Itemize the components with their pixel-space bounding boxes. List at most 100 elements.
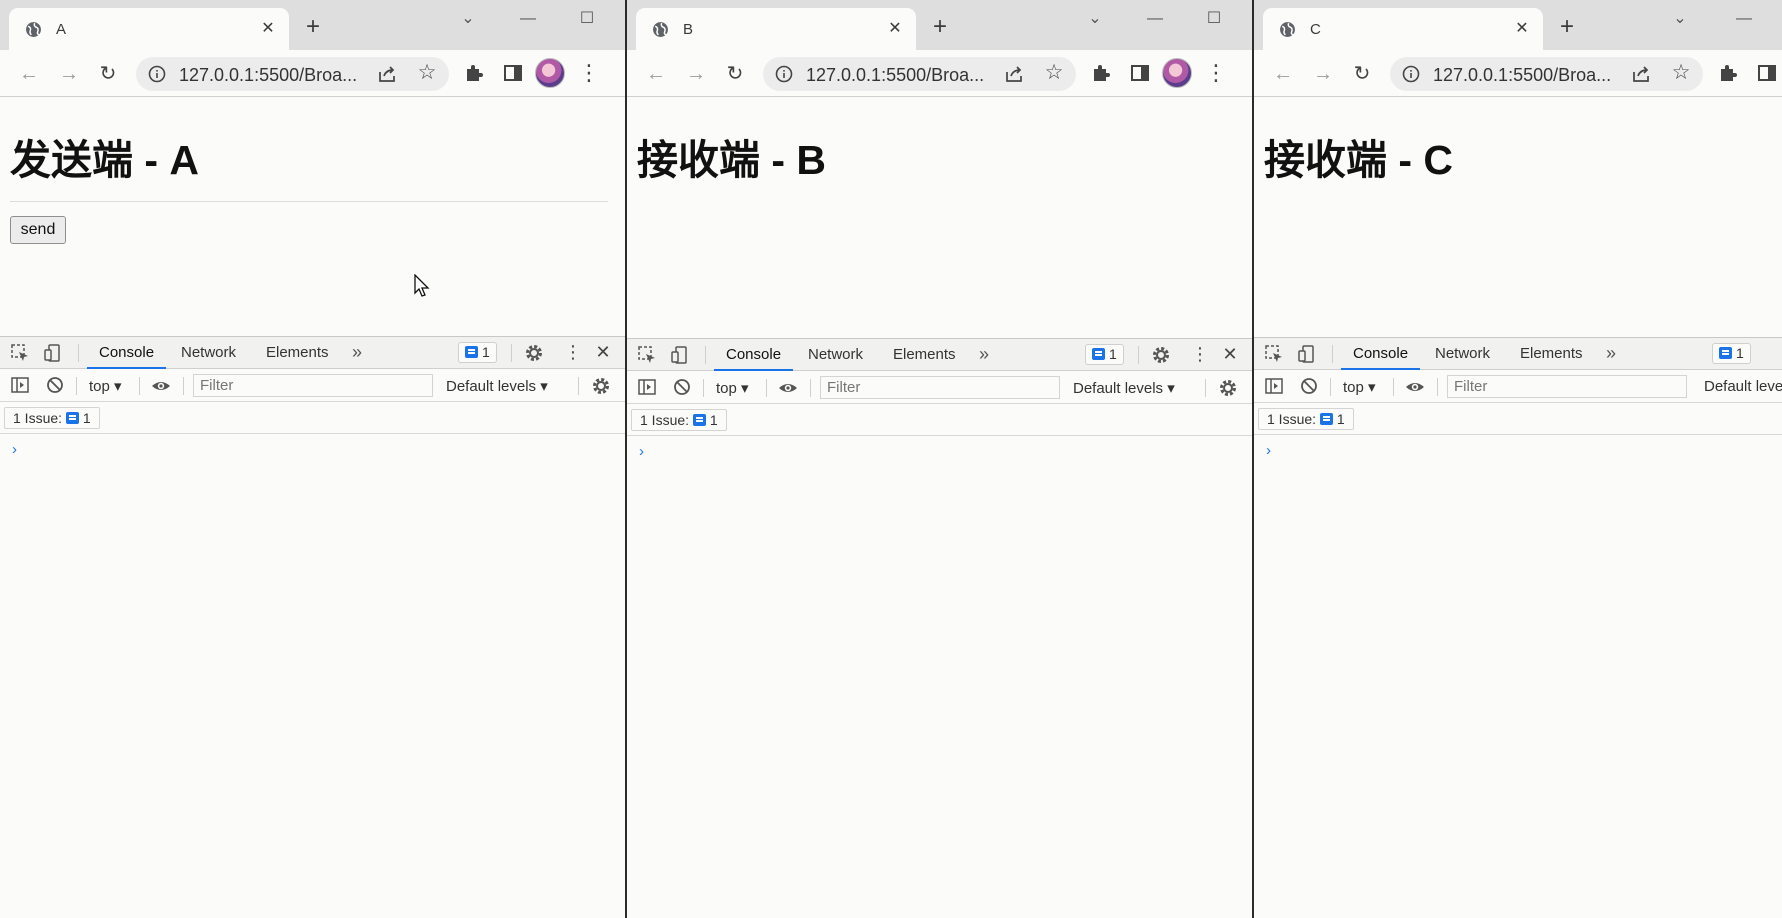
settings-gear-icon[interactable] (524, 343, 544, 363)
console-prompt[interactable]: › (1266, 442, 1271, 459)
browser-menu-icon[interactable]: ⋮ (578, 61, 600, 85)
device-toolbar-icon[interactable] (670, 345, 690, 365)
tab-console[interactable]: Console (87, 337, 167, 369)
device-toolbar-icon[interactable] (43, 343, 63, 363)
console-filter-input[interactable]: Filter (820, 376, 1060, 399)
new-tab-icon[interactable]: + (929, 15, 951, 39)
chevron-down-icon[interactable]: ⌄ (1083, 8, 1107, 30)
share-icon[interactable] (1630, 63, 1652, 85)
log-levels-dropdown[interactable]: Default levels ▾ (446, 377, 548, 395)
tab-elements[interactable]: Elements (254, 337, 341, 369)
browser-menu-icon[interactable]: ⋮ (1205, 61, 1227, 85)
console-prompt[interactable]: › (12, 441, 17, 458)
reload-icon[interactable]: ↻ (1350, 62, 1374, 86)
share-icon[interactable] (376, 63, 398, 85)
new-tab-icon[interactable]: + (302, 15, 324, 39)
inspect-element-icon[interactable] (10, 343, 30, 363)
tab-close-icon[interactable]: ✕ (886, 20, 904, 38)
issues-badge[interactable]: 1 (1712, 343, 1751, 364)
forward-arrow-icon[interactable]: → (57, 62, 81, 86)
message-icon (465, 346, 478, 358)
issues-chip[interactable]: 1 Issue: 1 (4, 407, 100, 429)
back-arrow-icon[interactable]: ← (17, 62, 41, 86)
issues-chip[interactable]: 1 Issue: 1 (631, 409, 727, 431)
log-levels-dropdown[interactable]: Default levels ▾ (1073, 379, 1175, 397)
browser-tab-c[interactable]: C ✕ (1263, 8, 1543, 50)
more-tabs-chevron-icon[interactable]: » (1606, 338, 1616, 370)
forward-arrow-icon[interactable]: → (1311, 62, 1335, 86)
tab-elements[interactable]: Elements (881, 339, 968, 371)
context-selector[interactable]: top ▾ (1343, 378, 1376, 396)
console-prompt[interactable]: › (639, 443, 644, 460)
side-panel-icon[interactable] (501, 61, 525, 85)
eye-icon[interactable] (151, 376, 171, 396)
address-bar[interactable]: 127.0.0.1:5500/Broa... ☆ (1390, 57, 1703, 91)
restore-icon[interactable]: ☐ (575, 8, 599, 30)
sidebar-toggle-icon[interactable] (1264, 376, 1284, 396)
back-arrow-icon[interactable]: ← (1271, 62, 1295, 86)
browser-tab-a[interactable]: A ✕ (9, 8, 289, 50)
console-settings-gear-icon[interactable] (1218, 378, 1238, 398)
tab-close-icon[interactable]: ✕ (1513, 20, 1531, 38)
settings-gear-icon[interactable] (1151, 345, 1171, 365)
back-arrow-icon[interactable]: ← (644, 62, 668, 86)
send-button[interactable]: send (10, 216, 66, 244)
address-bar[interactable]: 127.0.0.1:5500/Broa... ☆ (763, 57, 1076, 91)
reload-icon[interactable]: ↻ (723, 62, 747, 86)
minimize-icon[interactable]: — (1143, 8, 1167, 30)
tab-network[interactable]: Network (169, 337, 248, 369)
bookmark-star-icon[interactable]: ☆ (1043, 62, 1065, 84)
issues-badge[interactable]: 1 (1085, 344, 1124, 365)
new-tab-icon[interactable]: + (1556, 15, 1578, 39)
devtools-menu-icon[interactable]: ⋮ (564, 341, 582, 363)
side-panel-icon[interactable] (1128, 61, 1152, 85)
minimize-icon[interactable]: — (1732, 8, 1756, 30)
tab-close-icon[interactable]: ✕ (259, 20, 277, 38)
tab-network[interactable]: Network (1423, 338, 1502, 370)
chevron-down-icon[interactable]: ⌄ (1668, 8, 1692, 30)
bookmark-star-icon[interactable]: ☆ (1670, 62, 1692, 84)
extensions-puzzle-icon[interactable] (1716, 61, 1740, 85)
tab-console[interactable]: Console (714, 339, 794, 371)
inspect-element-icon[interactable] (637, 345, 657, 365)
sidebar-toggle-icon[interactable] (10, 375, 30, 395)
eye-icon[interactable] (1405, 377, 1425, 397)
sidebar-toggle-icon[interactable] (637, 377, 657, 397)
extensions-puzzle-icon[interactable] (1089, 61, 1113, 85)
profile-avatar[interactable] (1162, 58, 1192, 88)
console-filter-input[interactable]: Filter (193, 374, 433, 397)
tab-elements[interactable]: Elements (1508, 338, 1595, 370)
context-selector[interactable]: top ▾ (716, 379, 749, 397)
side-panel-icon[interactable] (1755, 61, 1779, 85)
console-filter-input[interactable]: Filter (1447, 375, 1687, 398)
log-levels-dropdown[interactable]: Default levels (1704, 378, 1782, 395)
extensions-puzzle-icon[interactable] (462, 61, 486, 85)
devtools-close-icon[interactable]: ✕ (1220, 343, 1240, 365)
inspect-element-icon[interactable] (1264, 344, 1284, 364)
clear-console-icon[interactable] (45, 375, 65, 395)
tab-network[interactable]: Network (796, 339, 875, 371)
devtools-menu-icon[interactable]: ⋮ (1191, 343, 1209, 365)
context-selector[interactable]: top ▾ (89, 377, 122, 395)
reload-icon[interactable]: ↻ (96, 62, 120, 86)
more-tabs-chevron-icon[interactable]: » (352, 337, 362, 369)
clear-console-icon[interactable] (1299, 376, 1319, 396)
more-tabs-chevron-icon[interactable]: » (979, 339, 989, 371)
issues-chip[interactable]: 1 Issue: 1 (1258, 408, 1354, 430)
minimize-icon[interactable]: — (516, 8, 540, 30)
eye-icon[interactable] (778, 378, 798, 398)
console-settings-gear-icon[interactable] (591, 376, 611, 396)
tab-console[interactable]: Console (1341, 338, 1421, 370)
chevron-down-icon[interactable]: ⌄ (456, 8, 480, 30)
bookmark-star-icon[interactable]: ☆ (416, 62, 438, 84)
device-toolbar-icon[interactable] (1297, 344, 1317, 364)
address-bar[interactable]: 127.0.0.1:5500/Broa... ☆ (136, 57, 449, 91)
share-icon[interactable] (1003, 63, 1025, 85)
devtools-close-icon[interactable]: ✕ (593, 341, 613, 363)
profile-avatar[interactable] (535, 58, 565, 88)
clear-console-icon[interactable] (672, 377, 692, 397)
restore-icon[interactable]: ☐ (1202, 8, 1226, 30)
forward-arrow-icon[interactable]: → (684, 62, 708, 86)
browser-tab-b[interactable]: B ✕ (636, 8, 916, 50)
issues-badge[interactable]: 1 (458, 342, 497, 363)
